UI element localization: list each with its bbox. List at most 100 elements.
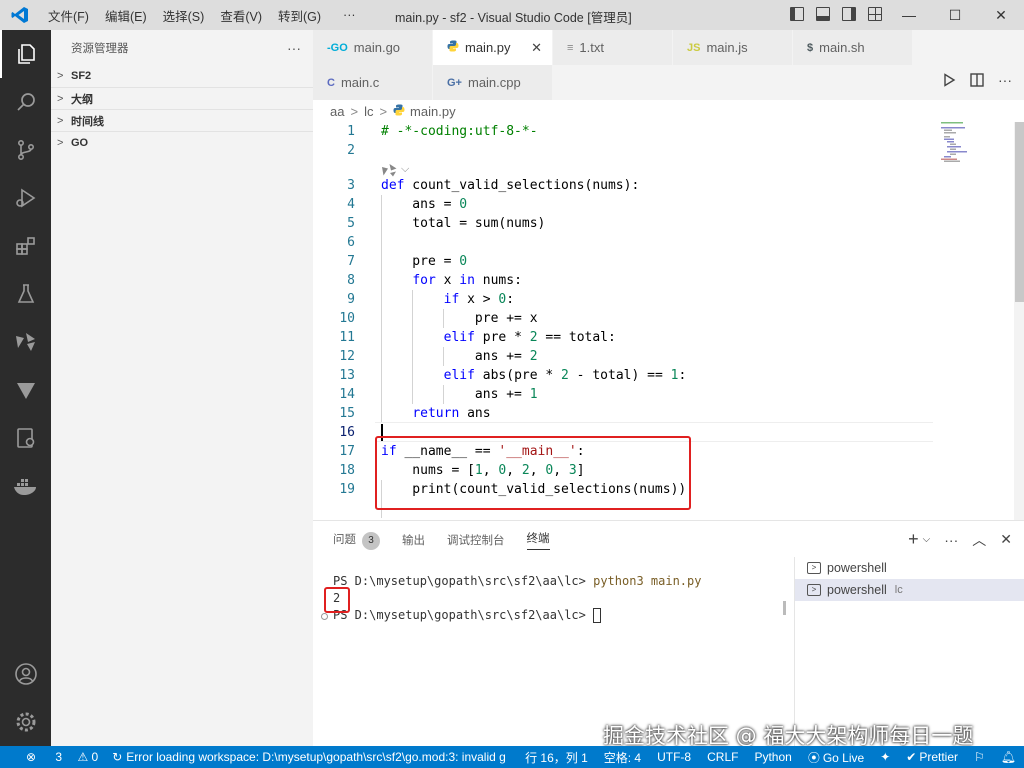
section-label: GO [71,136,89,149]
accounts-icon[interactable] [0,650,51,698]
chevron-right-icon: > [350,103,359,119]
toggle-primary-sidebar-icon[interactable] [790,7,804,21]
tab-main-cpp[interactable]: G+ main.cpp [433,65,553,100]
menu-go[interactable]: 转到(G) [270,6,329,25]
customize-layout-icon[interactable] [868,7,882,21]
terminal-circle-icon [321,613,328,620]
toggle-secondary-sidebar-icon[interactable] [842,7,856,21]
toggle-panel-icon[interactable] [816,7,830,21]
menu-more[interactable]: ··· [329,8,364,22]
terminal-prompt: PS D:\mysetup\gopath\src\sf2\aa\lc> [333,574,594,588]
code-editor[interactable]: 1 2 3 4 5 6 7 8 9 10 11 12 13 14 15 16 1… [313,122,1024,520]
menu-view[interactable]: 查看(V) [212,6,270,25]
chevron-right-icon: > [57,70,64,82]
python-file-icon [447,40,459,55]
extensions-icon[interactable] [0,222,51,270]
close-tab-icon[interactable]: ✕ [531,40,542,56]
terminal-item[interactable]: > powershell [795,557,1024,579]
tab-main-c[interactable]: C main.c [313,65,433,100]
search-icon[interactable] [0,78,51,126]
eol-status[interactable]: CRLF [699,750,746,764]
notifications-bell-icon[interactable]: 🔔︎ [993,750,1024,764]
tab-label: main.py [465,40,511,55]
line-number: 1 [347,124,355,139]
run-debug-icon[interactable] [0,174,51,222]
chevron-right-icon: > [57,136,64,149]
minimize-icon[interactable]: — [886,0,932,30]
tab-main-js[interactable]: JS main.js [673,30,793,65]
c-file-icon: C [327,76,335,89]
cursor-position-status[interactable]: 行 16，列 1 [517,749,596,766]
docker-icon[interactable] [0,462,51,510]
chevron-down-icon[interactable]: ⌵ [923,534,931,545]
remote-explorer-icon[interactable] [0,414,51,462]
explorer-icon[interactable] [0,30,51,78]
tab-output[interactable]: 输出 [402,532,425,548]
breadcrumb-item[interactable]: main.py [410,104,456,119]
menu-selection[interactable]: 选择(S) [155,6,213,25]
code-line: total = sum(nums) [381,216,546,231]
codegeex-icon[interactable] [0,318,51,366]
manage-gear-icon[interactable] [0,698,51,746]
close-window-icon[interactable]: ✕ [978,0,1024,30]
problems-status[interactable]: ⊗ 3 ⚠ 0 [0,750,106,764]
text-file-icon: ≡ [567,41,574,54]
tab-debug-console[interactable]: 调试控制台 [447,532,505,548]
maximize-icon[interactable]: ☐ [932,0,978,30]
tab-main-py[interactable]: main.py ✕ [433,30,553,65]
title-bar: 文件(F) 编辑(E) 选择(S) 查看(V) 转到(G) ··· main.p… [0,0,1024,30]
warning-count: 0 [91,750,99,764]
tab-1-txt[interactable]: ≡ 1.txt [553,30,673,65]
go-live-status[interactable]: ⦿ Go Live [800,749,872,766]
line-number: 4 [347,197,355,212]
sidebar-title: 资源管理器 [71,42,129,55]
line-number: 14 [339,387,355,402]
codegeex-status-icon[interactable]: ✦ [872,750,898,764]
code-line: # -*-coding:utf-8-*- [381,124,538,139]
terminal-item[interactable]: > powershell lc [795,579,1024,601]
editor-scrollbar[interactable] [1014,122,1024,520]
close-panel-icon[interactable]: ✕ [1000,531,1012,548]
tab-problems[interactable]: 问题 3 [333,531,380,550]
testing-icon[interactable] [0,270,51,318]
tab-terminal[interactable]: 终端 [526,530,550,550]
new-terminal-icon[interactable]: + [908,529,919,550]
terminal-scrollbar[interactable] [783,601,786,615]
menu-edit[interactable]: 编辑(E) [97,6,155,25]
tab-main-go[interactable]: -GO main.go [313,30,433,65]
output-annotation-box [324,587,350,613]
more-actions-icon[interactable]: ··· [998,72,1012,88]
encoding-status[interactable]: UTF-8 [649,750,699,764]
activity-bar [0,30,51,746]
maximize-panel-icon[interactable]: ︿ [972,530,986,550]
line-number: 16 [339,425,355,440]
source-control-icon[interactable] [0,126,51,174]
breadcrumb-item[interactable]: lc [364,104,373,119]
code-line: elif abs(pre * 2 - total) == 1: [443,368,687,383]
workspace-error-status[interactable]: ↻ Error loading workspace: D:\mysetup\gop… [106,750,517,764]
more-actions-icon[interactable]: ··· [944,532,958,548]
section-sf2[interactable]: > SF2 [51,65,313,87]
tab-label: main.go [353,40,401,55]
terminal-output[interactable]: PS D:\mysetup\gopath\src\sf2\aa\lc> pyth… [333,573,701,624]
menu-file[interactable]: 文件(F) [40,6,97,25]
prettier-status[interactable]: ✔ Prettier [898,750,966,764]
section-go[interactable]: > GO [51,131,313,153]
minimap[interactable] [941,122,1001,162]
section-outline[interactable]: > 大纲 [51,87,313,109]
shell-file-icon: $ [807,41,814,54]
line-number: 10 [339,311,355,326]
scrollbar-thumb[interactable] [1015,122,1024,302]
feedback-icon[interactable]: ⚐ [966,750,993,764]
section-timeline[interactable]: > 时间线 [51,109,313,131]
tab-main-sh[interactable]: $ main.sh [793,30,913,65]
language-status[interactable]: Python [746,750,799,764]
sync-icon: ↻ [112,750,123,764]
line-number: 11 [339,330,355,345]
breadcrumb-item[interactable]: aa [330,104,344,119]
sidebar-more-button[interactable]: ··· [287,40,301,56]
indentation-status[interactable]: 空格: 4 [596,749,649,766]
triangle-extension-icon[interactable] [0,366,51,414]
split-editor-icon[interactable] [970,73,984,87]
run-icon[interactable] [942,73,956,87]
